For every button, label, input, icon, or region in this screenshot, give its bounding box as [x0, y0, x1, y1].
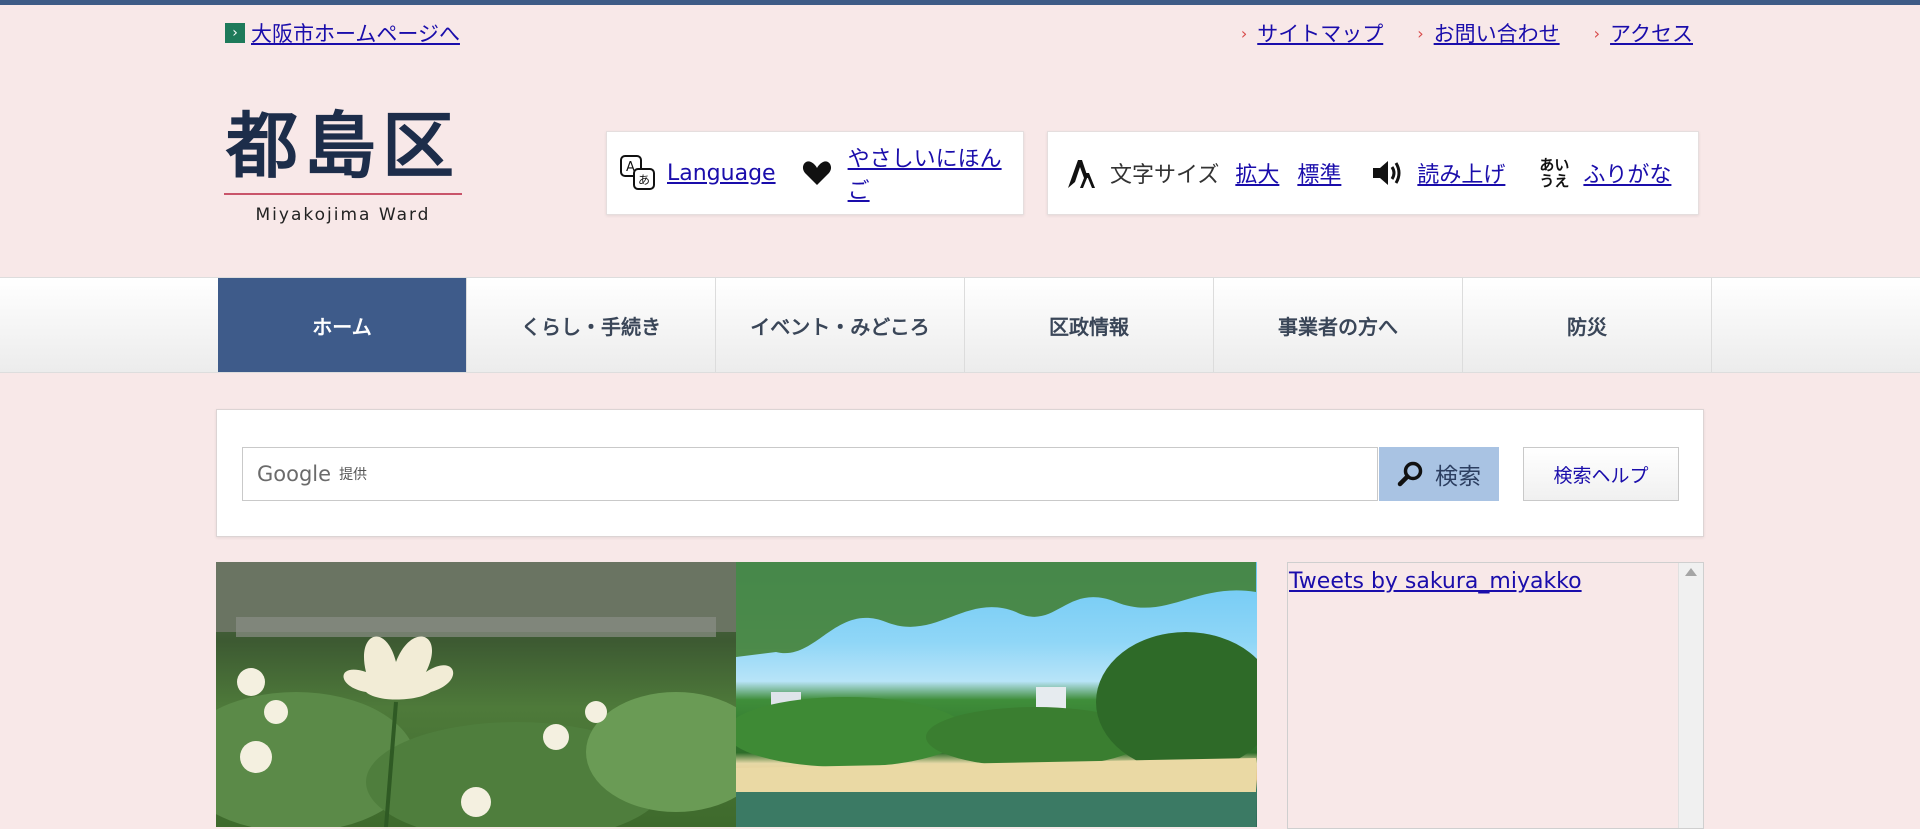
top-accent-bar — [0, 0, 1920, 5]
provider-suffix: 提供 — [339, 467, 368, 483]
chevron-right-icon: › — [1417, 23, 1424, 43]
nav-item-events[interactable]: イベント・みどころ — [716, 278, 965, 372]
tweets-link[interactable]: Tweets by sakura_miyakko — [1289, 569, 1582, 594]
furigana-icon: あい うえ — [1539, 157, 1569, 189]
read-aloud-link[interactable]: 読み上げ — [1417, 157, 1505, 189]
lotus-photo — [216, 562, 736, 827]
furigana-icon-top: あい — [1539, 156, 1570, 174]
logo-english: Miyakojima Ward — [255, 205, 431, 225]
font-standard-link[interactable]: 標準 — [1297, 157, 1341, 189]
easy-japanese-link[interactable]: やさしいにほんご — [848, 141, 1023, 205]
scrollbar[interactable] — [1678, 563, 1703, 828]
logo-divider — [224, 193, 462, 195]
language-box: A あ Language やさしいにほんご — [606, 131, 1024, 215]
font-size-label: 文字サイズ — [1110, 163, 1220, 188]
utility-links: › サイトマップ › お問い合わせ › アクセス — [1241, 18, 1693, 48]
search-help-button[interactable]: 検索ヘルプ — [1523, 447, 1679, 501]
park-pond-photo — [736, 562, 1257, 827]
search-button-label: 検索 — [1435, 464, 1481, 490]
accessibility-tools-box: 文字サイズ 拡大 標準 読み上げ あい うえ ふりがな — [1047, 131, 1699, 215]
speaker-icon — [1371, 158, 1403, 188]
access-link[interactable]: › アクセス — [1594, 18, 1693, 48]
search-panel: Google 提供 検索 検索ヘルプ — [216, 409, 1704, 537]
global-nav: ホーム くらし・手続き イベント・みどころ 区政情報 事業者の方へ 防災 — [0, 277, 1920, 373]
twitter-timeline: Tweets by sakura_miyakko — [1287, 562, 1704, 829]
osaka-city-link-label[interactable]: 大阪市ホームページへ — [251, 18, 460, 48]
language-link[interactable]: Language — [667, 161, 776, 186]
svg-text:あ: あ — [638, 173, 650, 187]
nav-item-ward-info[interactable]: 区政情報 — [965, 278, 1214, 372]
font-enlarge-link[interactable]: 拡大 — [1235, 157, 1279, 189]
access-link-label[interactable]: アクセス — [1610, 18, 1693, 48]
furigana-link[interactable]: ふりがな — [1583, 157, 1671, 189]
contact-link-label[interactable]: お問い合わせ — [1434, 18, 1560, 48]
furigana-icon-bottom: うえ — [1539, 172, 1570, 190]
nav-item-disaster[interactable]: 防災 — [1463, 278, 1712, 372]
font-size-icon — [1066, 156, 1098, 190]
search-icon — [1397, 460, 1425, 488]
scroll-up-arrow-icon[interactable] — [1685, 568, 1697, 576]
arrow-square-icon: › — [225, 23, 245, 43]
chevron-right-icon: › — [1593, 23, 1601, 43]
sitemap-link[interactable]: › サイトマップ — [1241, 18, 1383, 48]
logo-kanji: 都島区 — [225, 103, 460, 188]
heart-icon — [802, 160, 832, 186]
nav-item-living[interactable]: くらし・手続き — [467, 278, 716, 372]
nav-item-business[interactable]: 事業者の方へ — [1214, 278, 1463, 372]
contact-link[interactable]: › お問い合わせ — [1417, 18, 1559, 48]
translate-icon: A あ — [619, 154, 657, 192]
chevron-right-icon: › — [1240, 23, 1248, 43]
google-label: Google — [257, 462, 332, 486]
nav-item-home[interactable]: ホーム — [218, 278, 467, 372]
search-input[interactable]: Google 提供 — [242, 447, 1378, 501]
sitemap-link-label[interactable]: サイトマップ — [1257, 18, 1383, 48]
search-button[interactable]: 検索 — [1379, 447, 1499, 501]
site-logo[interactable]: 都島区 Miyakojima Ward — [224, 103, 462, 225]
osaka-city-link[interactable]: › 大阪市ホームページへ — [225, 18, 460, 48]
